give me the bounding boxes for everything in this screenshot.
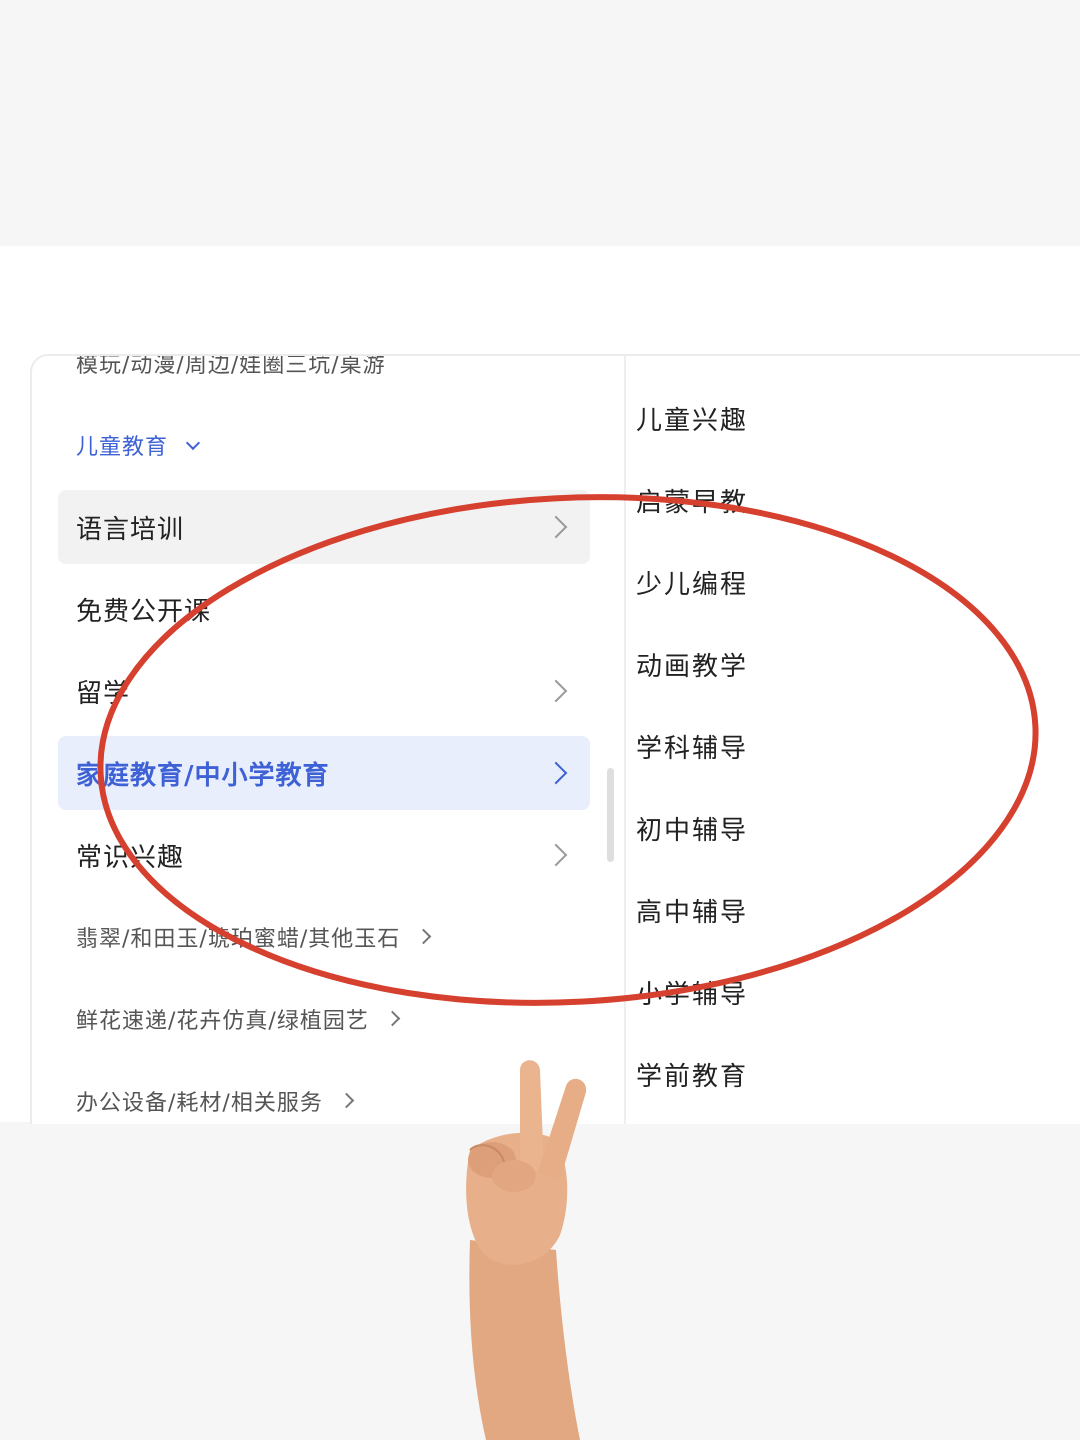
section-header-label: 儿童教育 <box>76 435 169 460</box>
option-subject-tutoring[interactable]: 学科辅导 <box>636 728 748 765</box>
chevron-down-icon <box>185 435 201 450</box>
category-menu-panel: 模玩/动漫/周边/娃圈三坑/桌游 儿童教育 语言培训 免费公开课 留学 家庭教育… <box>30 354 1080 1124</box>
category-item-office[interactable]: 办公设备/耗材/相关服务 <box>58 1064 590 1124</box>
subcategory-free-courses[interactable]: 免费公开课 <box>58 572 590 646</box>
category-item-jade[interactable]: 翡翠/和田玉/琥珀蜜蜡/其他玉石 <box>58 900 590 974</box>
subcategory-language-training[interactable]: 语言培训 <box>58 490 590 564</box>
subcategory-general-interest[interactable]: 常识兴趣 <box>58 818 590 892</box>
chevron-right-icon <box>544 843 568 867</box>
option-high-school-tutoring[interactable]: 高中辅导 <box>636 892 748 929</box>
option-preschool-education[interactable]: 学前教育 <box>636 1056 748 1093</box>
subcategory-label: 语言培训 <box>76 514 185 545</box>
left-menu-scrollbar[interactable] <box>607 768 614 862</box>
bottom-background <box>0 1122 1080 1440</box>
chevron-right-icon <box>544 679 568 703</box>
subcategory-label: 家庭教育/中小学教育 <box>76 760 330 791</box>
category-item-label: 模玩/动漫/周边/娃圈三坑/桌游 <box>76 354 386 378</box>
option-kids-coding[interactable]: 少儿编程 <box>636 564 748 601</box>
category-item-flowers[interactable]: 鲜花速递/花卉仿真/绿植园艺 <box>58 982 590 1056</box>
category-item-label: 翡翠/和田玉/琥珀蜜蜡/其他玉石 <box>76 927 401 952</box>
option-primary-school-tutoring[interactable]: 小学辅导 <box>636 974 748 1011</box>
category-item-toys[interactable]: 模玩/动漫/周边/娃圈三坑/桌游 <box>58 354 590 400</box>
subcategory-study-abroad[interactable]: 留学 <box>58 654 590 728</box>
subcategory-label: 留学 <box>76 678 131 709</box>
top-background <box>0 0 1080 246</box>
subcategory-family-k12-education[interactable]: 家庭教育/中小学教育 <box>58 736 590 810</box>
chevron-right-icon <box>544 761 568 785</box>
option-middle-school-tutoring[interactable]: 初中辅导 <box>636 810 748 847</box>
option-early-education[interactable]: 启蒙早教 <box>636 482 748 519</box>
chevron-right-icon <box>544 515 568 539</box>
chevron-right-icon <box>338 1092 355 1108</box>
option-children-interest[interactable]: 儿童兴趣 <box>636 400 748 437</box>
category-item-label: 鲜花速递/花卉仿真/绿植园艺 <box>76 1009 369 1034</box>
subcategory-label: 常识兴趣 <box>76 842 185 873</box>
column-divider <box>624 356 626 1124</box>
chevron-right-icon <box>415 928 432 944</box>
category-item-label: 办公设备/耗材/相关服务 <box>76 1091 323 1116</box>
section-header-children-education[interactable]: 儿童教育 <box>58 408 590 482</box>
chevron-right-icon <box>384 1010 401 1026</box>
option-animation-teaching[interactable]: 动画教学 <box>636 646 748 683</box>
subcategory-label: 免费公开课 <box>76 596 212 627</box>
